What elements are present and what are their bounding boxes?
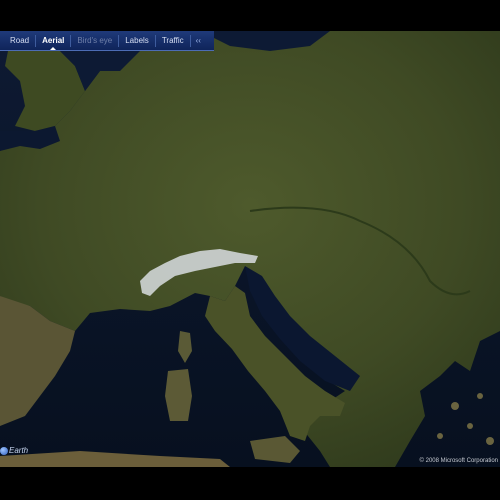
map-viewport[interactable]: Road Aerial Bird's eye Labels Traffic ‹‹… xyxy=(0,31,500,467)
aerial-map[interactable] xyxy=(0,31,500,467)
globe-logo-icon xyxy=(0,446,8,455)
collapse-chevron-icon[interactable]: ‹‹ xyxy=(191,36,206,45)
logo-text: Earth xyxy=(9,446,29,455)
road-view-button[interactable]: Road xyxy=(4,31,35,51)
aerial-view-button[interactable]: Aerial xyxy=(36,31,70,51)
map-logo: Earth xyxy=(0,446,28,455)
letterbox-top xyxy=(0,0,500,31)
birds-eye-view-button[interactable]: Bird's eye xyxy=(71,31,118,51)
map-view-toolbar: Road Aerial Bird's eye Labels Traffic ‹‹ xyxy=(0,31,214,51)
labels-toggle-button[interactable]: Labels xyxy=(119,31,155,51)
letterbox-bottom xyxy=(0,467,500,500)
traffic-toggle-button[interactable]: Traffic xyxy=(156,31,190,51)
copyright-notice: © 2008 Microsoft Corporation xyxy=(419,458,498,464)
sardinia-island xyxy=(165,369,192,421)
